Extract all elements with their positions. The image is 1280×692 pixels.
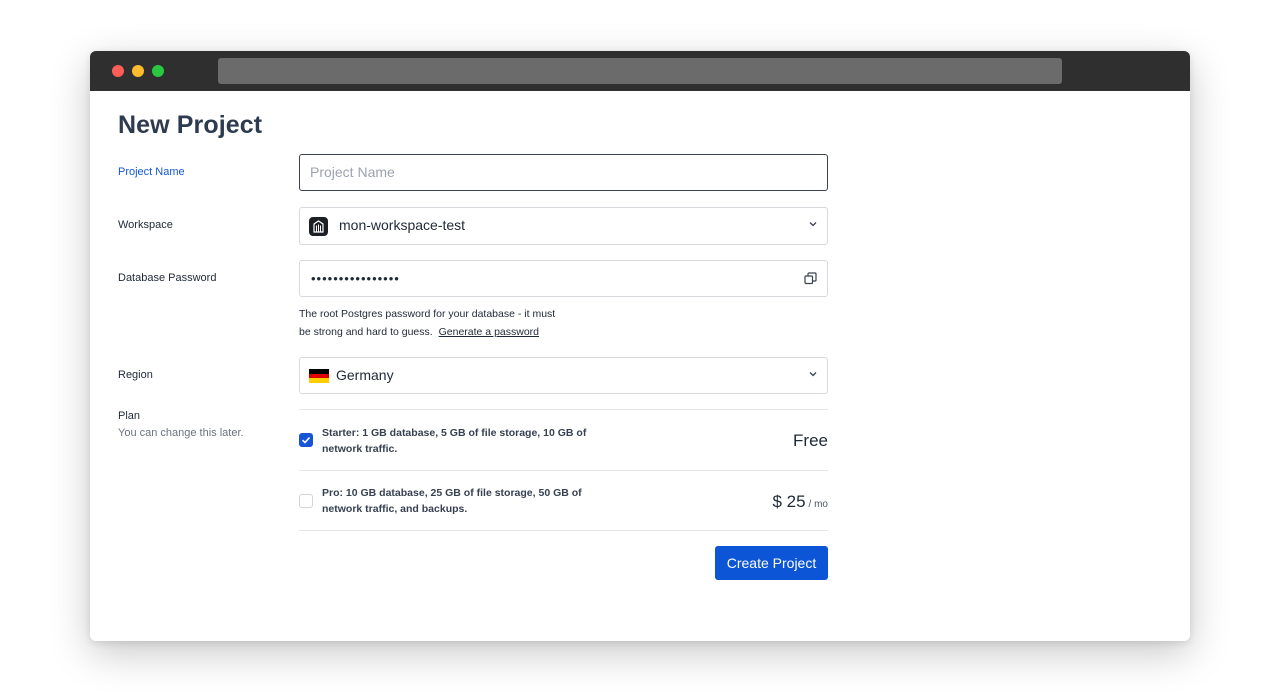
create-project-button[interactable]: Create Project [715,546,828,580]
close-window-button[interactable] [112,65,124,77]
pro-plan-line1: Pro: 10 GB database, 25 GB of file stora… [322,487,582,499]
region-label: Region [118,369,153,381]
starter-plan-description: Starter: 1 GB database, 5 GB of file sto… [322,425,622,457]
project-name-placeholder: Project Name [310,164,395,180]
starter-plan-checkbox[interactable] [299,433,313,447]
plan-subtitle: You can change this later. [118,427,244,439]
address-bar[interactable] [218,58,1062,84]
plan-divider [299,470,828,471]
browser-window: New Project Project Name Project Name Wo… [90,51,1190,641]
page-title: New Project [118,111,263,139]
project-name-label: Project Name [118,166,185,178]
region-select[interactable]: Germany [299,357,828,394]
generate-password-link[interactable]: Generate a password [439,326,539,338]
chevron-down-icon [809,358,817,393]
minimize-window-button[interactable] [132,65,144,77]
window-titlebar [90,51,1190,91]
pro-plan-price-period: / mo [808,499,828,510]
plan-divider [299,530,828,531]
password-help-line2: be strong and hard to guess. Generate a … [299,323,639,341]
starter-plan-line1: Starter: 1 GB database, 5 GB of file sto… [322,427,587,439]
region-value: Germany [336,367,394,383]
password-help-line2-text: be strong and hard to guess. [299,326,433,338]
pro-plan-line2: network traffic, and backups. [322,503,468,515]
plan-label: Plan [118,410,141,422]
copy-icon[interactable] [804,272,817,285]
password-value: •••••••••••••••• [311,271,400,286]
workspace-icon [309,217,328,236]
plan-divider [299,409,828,410]
workspace-value: mon-workspace-test [339,217,466,233]
starter-plan-price: Free [793,431,828,450]
germany-flag-icon [309,369,329,383]
workspace-label: Workspace [118,219,173,231]
maximize-window-button[interactable] [152,65,164,77]
database-password-input[interactable]: •••••••••••••••• [299,260,828,297]
pro-plan-price-amount: $ 25 [772,492,806,511]
database-password-label: Database Password [118,272,217,284]
chevron-down-icon [809,208,817,243]
password-help-text: The root Postgres password for your data… [299,305,639,341]
pro-plan-checkbox[interactable] [299,494,313,508]
password-help-line1: The root Postgres password for your data… [299,308,556,320]
project-name-input[interactable]: Project Name [299,154,828,191]
starter-plan-line2: network traffic. [322,443,398,455]
pro-plan-price: $ 25/ mo [772,492,828,512]
pro-plan-description: Pro: 10 GB database, 25 GB of file stora… [322,485,622,517]
workspace-select[interactable]: mon-workspace-test [299,207,828,245]
